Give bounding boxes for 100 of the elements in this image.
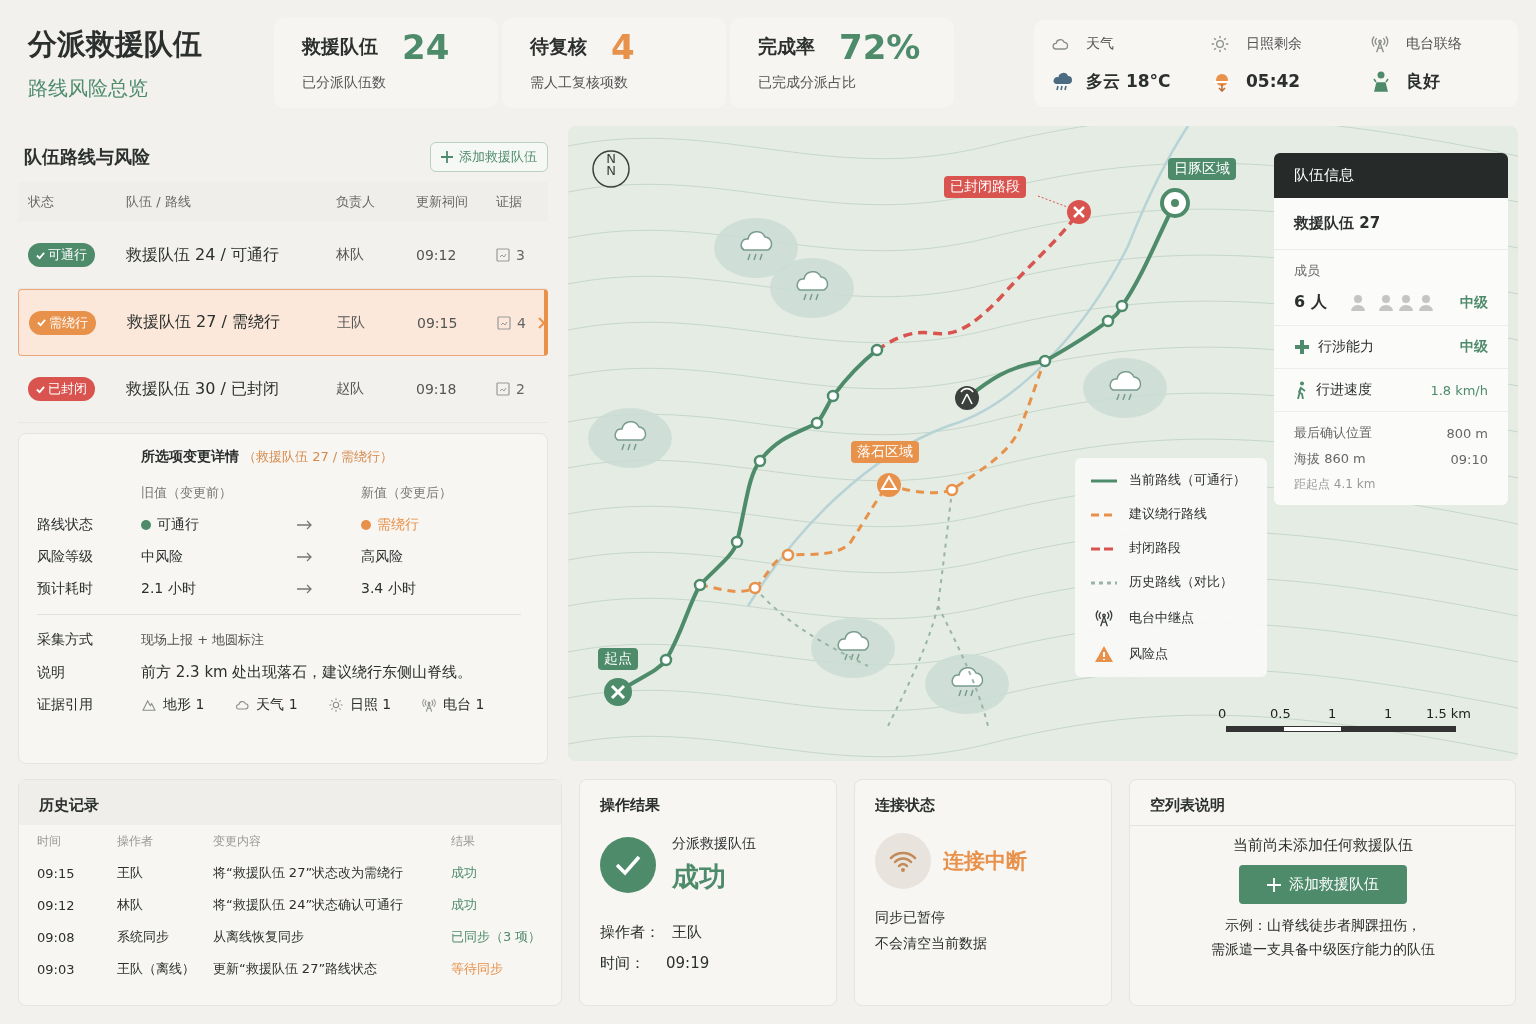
evidence-tag: 天气 1	[256, 696, 298, 714]
field-label: 路线状态	[37, 516, 94, 534]
stat-label: 救援队伍	[302, 34, 378, 59]
stat-value: 72%	[839, 30, 921, 64]
change-cell-text: 从离线恢复同步	[213, 928, 305, 946]
new-value: 高风险	[361, 548, 403, 566]
mountain-icon	[141, 697, 157, 713]
column-header: 更新祠间	[416, 193, 469, 211]
details-title: 所选项变更详情	[141, 448, 239, 466]
waypoint-marker	[1101, 314, 1115, 328]
map-label: 落石区域	[851, 441, 919, 463]
result-cell-text: 成功	[451, 864, 478, 882]
skill-value: 中级	[1460, 338, 1488, 356]
legend-label: 建议绕行路线	[1129, 506, 1207, 523]
card-title: 空列表说明	[1149, 795, 1226, 816]
confirmed-time: 09:10	[1450, 451, 1488, 467]
old-value: 可通行	[157, 516, 199, 534]
field-label: 最后确认位置	[1294, 424, 1372, 442]
document-icon	[497, 315, 511, 330]
condition-label: 电台联络	[1406, 34, 1463, 53]
operator-cell-text: 王队（离线）	[117, 960, 196, 978]
warning-icon	[877, 473, 901, 497]
owner-cell-text: 林队	[336, 246, 365, 264]
warning-icon	[1094, 645, 1114, 663]
arrow-right-icon	[297, 520, 313, 530]
field-label: 风险等级	[37, 548, 94, 566]
time-cell-text: 09:03	[37, 961, 76, 977]
column-header: 操作者	[117, 833, 154, 850]
change-cell-text: 更新“救援队伍 27”路线状态	[213, 960, 379, 978]
radio-tower-icon	[1094, 608, 1114, 628]
owner-cell-text: 王队	[337, 313, 366, 332]
route-row[interactable]: 已封闭 救援队伍 30 / 已封闭 赵队 09:18 2	[18, 356, 548, 423]
owner-cell-text: 赵队	[336, 380, 365, 398]
new-value: 3.4 小时	[361, 580, 416, 598]
document-icon	[496, 382, 510, 396]
operator-cell-text: 系统同步	[117, 928, 170, 946]
plus-icon	[441, 151, 453, 163]
result-cell-text: 等待同步	[451, 960, 504, 978]
add-team-button[interactable]: 添加救援队伍	[430, 142, 548, 172]
waypoint-marker	[870, 343, 884, 357]
result-cell-text: 已同步（3 项）	[451, 928, 543, 946]
map-label: 日豚区域	[1168, 158, 1236, 180]
radio-relay-icon	[955, 386, 979, 410]
column-header: 变更内容	[213, 833, 262, 850]
field-value: 09:19	[666, 954, 710, 973]
distance-value: 距起点 4.1 km	[1294, 476, 1377, 493]
map-label: 已封闭路段	[944, 176, 1026, 198]
card-title: 操作结果	[599, 795, 661, 816]
walking-person-icon	[1294, 381, 1308, 399]
result-cell-text: 成功	[451, 896, 478, 914]
member-count: 6 人	[1294, 292, 1327, 313]
time-cell-text: 09:15	[37, 865, 76, 881]
skill-label: 行进速度	[1316, 381, 1372, 399]
field-label: 说明	[37, 663, 66, 682]
plus-icon	[1266, 877, 1281, 892]
arrow-right-icon	[297, 584, 313, 594]
map-label: 起点	[598, 648, 638, 670]
old-value: 中风险	[141, 548, 183, 566]
stat-value: 4	[611, 30, 635, 64]
sun-icon	[327, 697, 344, 713]
position-value: 800 m	[1446, 425, 1488, 441]
add-team-button[interactable]: 添加救援队伍	[1238, 865, 1407, 904]
waypoint-marker	[810, 416, 824, 430]
radio-tower-icon	[1370, 33, 1390, 54]
time-cell-text: 09:18	[416, 381, 458, 397]
skill-value: 1.8 km/h	[1430, 382, 1488, 398]
compass-icon: N N	[600, 153, 622, 177]
skill-label: 行涉能力	[1318, 338, 1374, 356]
status-badge: 已封闭	[28, 377, 95, 401]
status-note: 同步已暂停	[874, 908, 946, 927]
team-route: 救援队伍 30 / 已封闭	[126, 378, 280, 400]
scale-label: 1.5 km	[1426, 706, 1471, 721]
column-header: 旧值（变更前）	[141, 484, 233, 502]
field-label: 成员	[1294, 262, 1321, 280]
arrow-right-icon	[297, 552, 313, 562]
column-header: 新值（变更后）	[361, 484, 453, 502]
time-cell-text: 09:12	[416, 247, 458, 263]
closed-marker-icon	[1067, 200, 1091, 224]
column-header: 时间	[37, 833, 62, 850]
scale-label: 1	[1384, 706, 1393, 721]
new-value: 需绕行	[377, 516, 419, 534]
route-row[interactable]: 需绕行 救援队伍 27 / 需绕行 王队 09:15 4	[18, 289, 548, 356]
team-name: 救援队伍 27	[1274, 198, 1508, 250]
field-label: 操作者：	[600, 923, 660, 942]
legend-label: 当前路线（可通行）	[1129, 472, 1246, 489]
evidence-tag: 电台 1	[443, 696, 485, 714]
empty-message: 当前尚未添加任何救援队伍	[1232, 836, 1413, 855]
condition-label: 天气	[1086, 34, 1115, 53]
field-label: 采集方式	[37, 631, 94, 649]
wifi-icon	[875, 833, 931, 889]
compass-ring	[592, 150, 630, 188]
stat-label: 完成率	[758, 34, 815, 59]
waypoint-marker	[781, 548, 795, 562]
stat-label: 待复核	[530, 34, 587, 59]
field-label: 预计耗时	[37, 580, 94, 598]
field-value: 前方 2.3 km 处出现落石，建议绕行东侧山脊线。	[141, 663, 474, 682]
waypoint-marker	[693, 578, 707, 592]
connection-status: 连接中断	[943, 848, 1027, 875]
condition-value: 良好	[1406, 69, 1441, 93]
condition-label: 日照剩余	[1246, 34, 1303, 53]
